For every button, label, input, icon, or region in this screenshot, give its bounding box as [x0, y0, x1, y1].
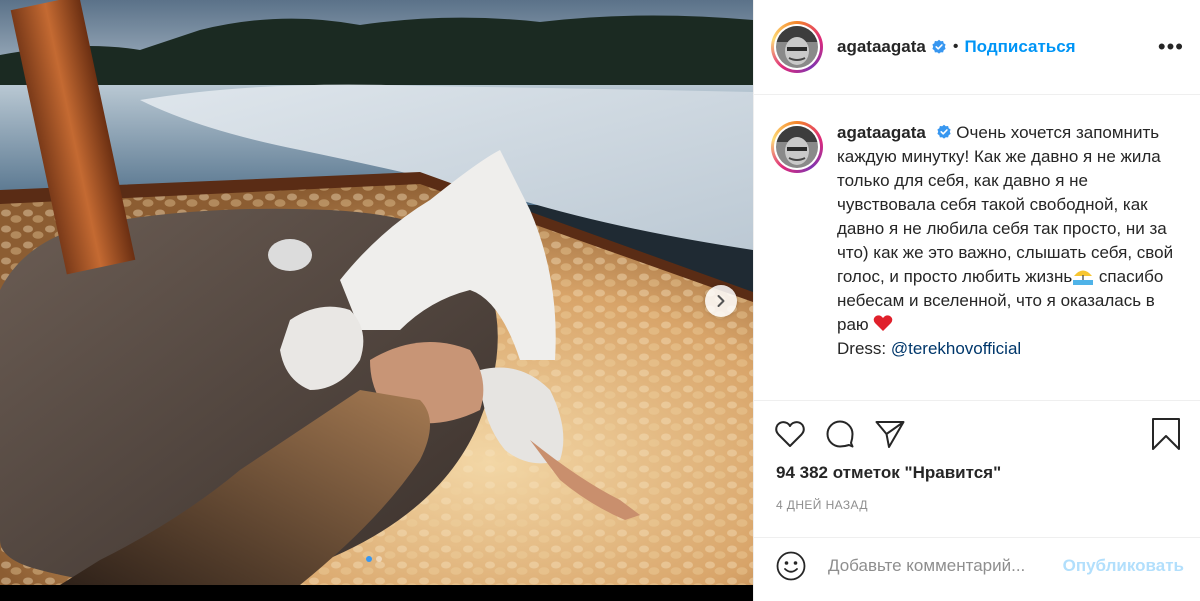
divider: [754, 400, 1200, 401]
caption-avatar[interactable]: [771, 121, 823, 173]
action-bar: [774, 414, 1184, 454]
carousel-dot-active: [366, 556, 372, 562]
post-photo[interactable]: [0, 0, 753, 585]
avatar[interactable]: [771, 21, 823, 73]
mention-link[interactable]: @terekhovofficial: [891, 339, 1021, 358]
likes-count[interactable]: 94 382 отметок "Нравится": [776, 463, 1001, 483]
avatar-image: [776, 26, 818, 68]
follow-button[interactable]: Подписаться: [964, 37, 1075, 57]
beach-umbrella-emoji-icon: [1073, 270, 1094, 285]
chevron-right-icon: [717, 295, 725, 307]
carousel-dot: [376, 556, 382, 562]
post-header: agataagata • Подписаться •••: [754, 0, 1200, 95]
paper-plane-icon: [875, 421, 905, 448]
post-media: [0, 0, 753, 601]
more-options-button[interactable]: •••: [1158, 34, 1184, 60]
divider: [754, 537, 1200, 538]
caption-text: agataagata Очень хочется запомнить кажду…: [837, 121, 1177, 361]
verified-badge-icon: [936, 124, 952, 140]
caption-username[interactable]: agataagata: [837, 123, 926, 142]
header-separator: •: [952, 38, 959, 55]
like-button[interactable]: [774, 419, 806, 449]
bookmark-icon: [1152, 418, 1180, 450]
post-caption: agataagata Очень хочется запомнить кажду…: [771, 121, 1181, 361]
verified-badge-icon: [931, 39, 947, 55]
red-heart-emoji-icon: [874, 315, 893, 331]
carousel-next-button[interactable]: [705, 285, 737, 317]
header-username[interactable]: agataagata: [837, 37, 926, 57]
publish-button[interactable]: Опубликовать: [1063, 556, 1184, 576]
comment-input[interactable]: [826, 555, 1050, 577]
comment-bubble-icon: [826, 420, 854, 448]
carousel-indicator: [366, 556, 382, 562]
post-timestamp[interactable]: 4 ДНЕЙ НАЗАД: [776, 498, 868, 512]
emoji-button[interactable]: [776, 551, 806, 581]
heart-icon: [775, 421, 805, 447]
save-button[interactable]: [1151, 417, 1181, 451]
comment-button[interactable]: [824, 418, 856, 450]
smiley-icon: [776, 551, 806, 581]
caption-body: Очень хочется запомнить каждую минутку! …: [837, 123, 1174, 286]
post-sidebar: agataagata • Подписаться ••• agataagata …: [753, 0, 1200, 601]
instagram-post: agataagata • Подписаться ••• agataagata …: [0, 0, 1200, 601]
comment-box: Опубликовать: [776, 547, 1184, 585]
dress-label: Dress:: [837, 339, 891, 358]
share-button[interactable]: [874, 418, 906, 450]
avatar-image: [776, 126, 818, 168]
